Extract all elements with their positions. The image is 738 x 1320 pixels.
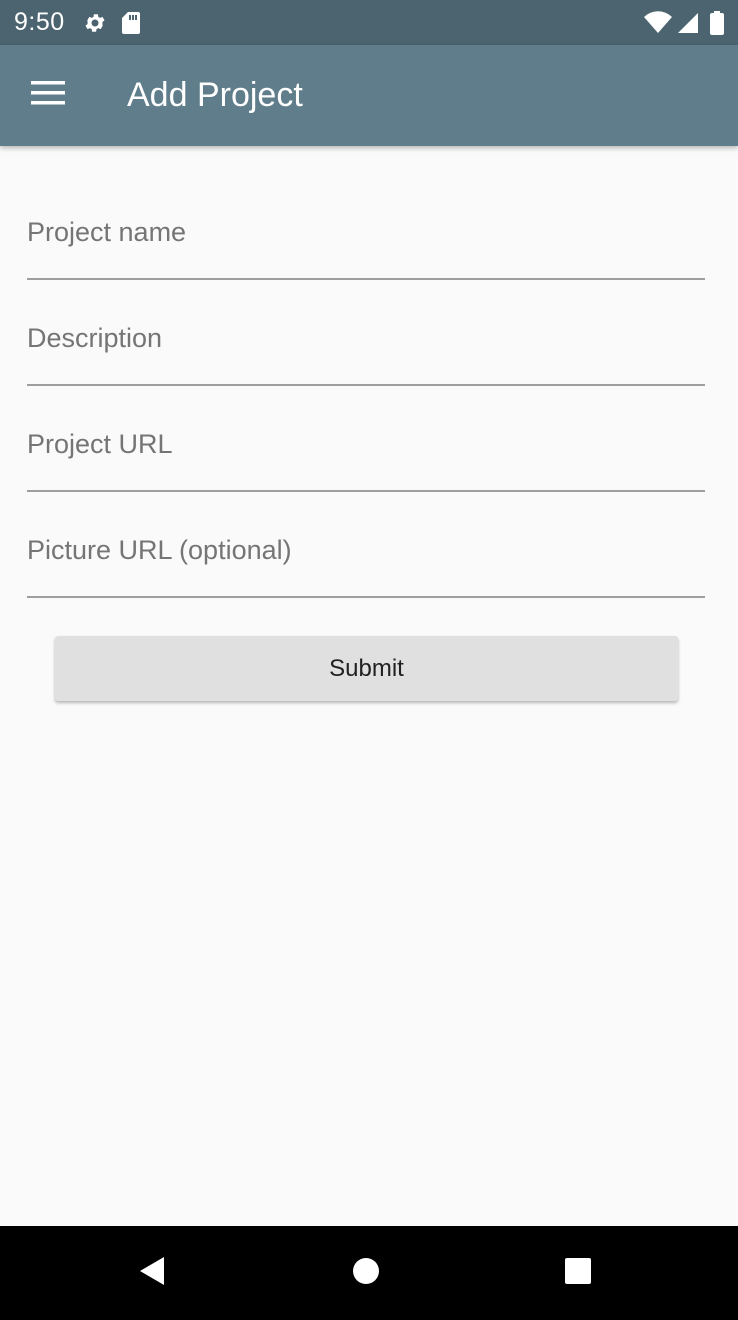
recents-button[interactable] — [518, 1226, 638, 1320]
back-icon — [138, 1256, 166, 1291]
status-left-icons — [83, 11, 141, 35]
wifi-icon — [644, 10, 672, 35]
recents-icon — [564, 1257, 592, 1290]
hamburger-menu-icon — [31, 81, 65, 110]
status-bar: 9:50 — [0, 0, 738, 45]
project-url-field[interactable] — [27, 416, 705, 472]
project-name-field[interactable] — [27, 204, 705, 260]
home-icon — [352, 1257, 380, 1290]
add-project-form — [27, 146, 705, 598]
cell-signal-icon — [676, 11, 700, 35]
description-field-container — [27, 280, 705, 386]
project-name-field-container — [27, 146, 705, 280]
back-button[interactable] — [92, 1226, 212, 1320]
battery-icon — [710, 10, 724, 35]
navigation-bar — [0, 1226, 738, 1320]
home-button[interactable] — [306, 1226, 426, 1320]
picture-url-field[interactable] — [27, 522, 705, 578]
status-time: 9:50 — [14, 8, 65, 36]
picture-url-field-container — [27, 492, 705, 598]
submit-button[interactable]: Submit — [55, 636, 678, 701]
screen: 9:50 Add Project Project name Descriptio… — [0, 0, 738, 1320]
description-field[interactable] — [27, 310, 705, 366]
status-right-icons — [644, 10, 724, 35]
page-title: Add Project — [127, 76, 303, 114]
app-bar: Add Project — [0, 45, 738, 146]
settings-icon — [83, 11, 107, 35]
sd-card-icon — [121, 11, 141, 35]
menu-button[interactable] — [0, 45, 96, 146]
project-url-field-container — [27, 386, 705, 492]
